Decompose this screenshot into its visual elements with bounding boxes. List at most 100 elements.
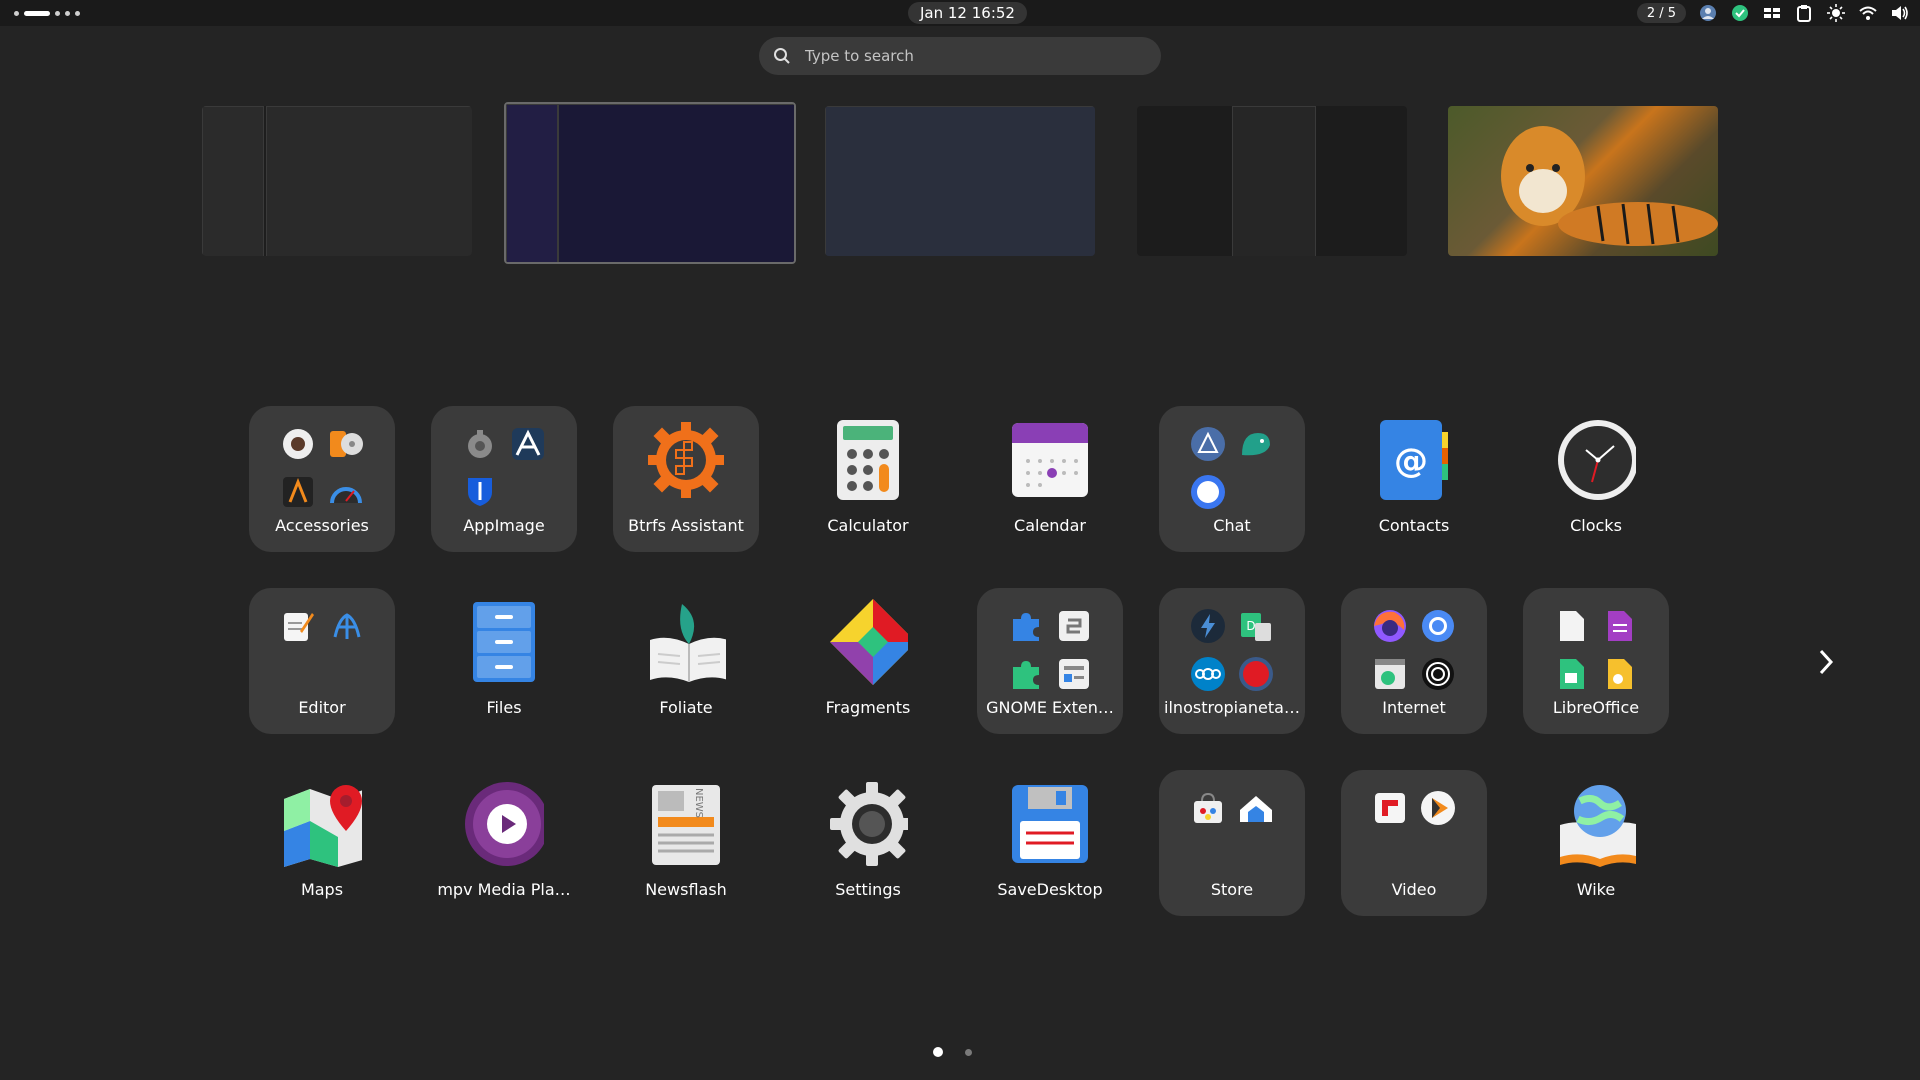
folder-preview [1188, 424, 1276, 512]
vscodium-icon [326, 606, 366, 646]
workspace-dot [75, 10, 80, 16]
delta-chat-icon [1188, 424, 1228, 464]
workspace-thumbnail-3[interactable] [825, 106, 1095, 256]
next-page-button[interactable] [1810, 646, 1842, 678]
app-label: Maps [300, 880, 344, 899]
workspace-indicator[interactable]: 2 / 5 [1636, 3, 1686, 23]
app-label: GNOME Exten… [986, 698, 1114, 717]
signal-icon [1188, 472, 1228, 512]
search-icon [774, 48, 790, 64]
window-preview [1232, 106, 1316, 256]
document-viewer-icon: D [1236, 606, 1276, 646]
app-calculator[interactable]: Calculator [795, 406, 941, 552]
app-label: Internet [1382, 698, 1446, 717]
app-label: Newsflash [645, 880, 727, 899]
app-label: mpv Media Pla… [437, 880, 571, 899]
foliate-icon [646, 602, 726, 682]
app-folder-chat[interactable]: Chat [1159, 406, 1305, 552]
fragments-icon [828, 599, 908, 685]
app-label: Calendar [1014, 516, 1086, 535]
libreoffice-draw-icon [1600, 654, 1640, 694]
chat-bird-icon [1236, 424, 1276, 464]
wifi-icon[interactable] [1858, 3, 1878, 23]
page-dot-2[interactable] [965, 1048, 972, 1056]
maps-icon [282, 784, 362, 867]
app-folder-internet[interactable]: Internet [1341, 588, 1487, 734]
search-input[interactable] [803, 46, 1127, 66]
app-calendar[interactable]: Calendar [977, 406, 1123, 552]
folder-preview [1006, 606, 1094, 694]
volume-icon[interactable] [1890, 3, 1910, 23]
wike-icon [1556, 784, 1636, 867]
software-bag-icon [1188, 788, 1228, 828]
app-folder-gnome-extensions[interactable]: GNOME Exten… [977, 588, 1123, 734]
app-label: Files [486, 698, 522, 717]
app-fragments[interactable]: Fragments [795, 588, 941, 734]
arch-a-icon [508, 424, 548, 464]
workspace-thumbnail-4[interactable] [1137, 106, 1407, 256]
app-folder-store[interactable]: Store [1159, 770, 1305, 916]
search-bar[interactable] [759, 37, 1161, 75]
folder-preview [278, 606, 366, 694]
workspace-thumbnail-1[interactable] [202, 106, 472, 256]
app-files[interactable]: Files [431, 588, 577, 734]
app-wike[interactable]: Wike [1523, 770, 1669, 916]
svg-text:NEWS: NEWS [693, 788, 704, 818]
workspace-thumbnail-2[interactable] [504, 102, 796, 264]
bolt-icon [1188, 606, 1228, 646]
mpv-icon [464, 782, 544, 866]
page-dot-1[interactable] [933, 1047, 943, 1057]
app-folder-editor[interactable]: Editor [249, 588, 395, 734]
app-label: Contacts [1378, 516, 1450, 535]
top-bar: Jan 12 16:52 2 / 5 [0, 0, 1920, 26]
activities-button[interactable] [8, 8, 86, 18]
app-mpv-media-player[interactable]: mpv Media Pla… [431, 770, 577, 916]
app-label: AppImage [463, 516, 545, 535]
calendar-icon [1010, 420, 1090, 500]
app-label: Btrfs Assistant [628, 516, 744, 535]
window-preview [825, 106, 1095, 256]
app-label: Accessories [275, 516, 369, 535]
brightness-icon[interactable] [1826, 3, 1846, 23]
btrfs-assistant-icon [646, 420, 726, 500]
red-sphere-icon [1236, 654, 1276, 694]
libreoffice-calc-icon [1552, 654, 1592, 694]
app-contacts[interactable]: @ Contacts [1341, 406, 1487, 552]
app-label: Editor [298, 698, 346, 717]
app-folder-video[interactable]: Video [1341, 770, 1487, 916]
app-savedesktop[interactable]: SaveDesktop [977, 770, 1123, 916]
bitwarden-icon [460, 472, 500, 512]
window-preview [506, 104, 558, 262]
app-folder-appimage[interactable]: AppImage [431, 406, 577, 552]
workspace-dot [65, 10, 70, 16]
libreoffice-start-icon [1552, 606, 1592, 646]
folder-preview: D [1188, 606, 1276, 694]
window-preview [202, 106, 264, 256]
app-btrfs-assistant[interactable]: Btrfs Assistant [613, 406, 759, 552]
clock-button[interactable]: Jan 12 16:52 [908, 2, 1027, 24]
appimage-gear-icon [460, 424, 500, 464]
avatar-icon[interactable] [1698, 3, 1718, 23]
layout-icon[interactable] [1762, 3, 1782, 23]
app-foliate[interactable]: Foliate [613, 588, 759, 734]
app-label: Fragments [825, 698, 911, 717]
tor-icon [1418, 654, 1458, 694]
app-label: Clocks [1570, 516, 1622, 535]
folder-preview [1552, 606, 1640, 694]
nextcloud-icon [1188, 654, 1228, 694]
app-clocks[interactable]: Clocks [1523, 406, 1669, 552]
check-icon[interactable] [1730, 3, 1750, 23]
app-folder-ilnostropianeta[interactable]: D ilnostropianeta… [1159, 588, 1305, 734]
app-folder-libreoffice[interactable]: LibreOffice [1523, 588, 1669, 734]
app-maps[interactable]: Maps [249, 770, 395, 916]
disc-burner-icon [326, 424, 366, 464]
clipboard-icon[interactable] [1794, 3, 1814, 23]
app-label: Calculator [827, 516, 909, 535]
flathub-house-icon [1236, 788, 1276, 828]
inkscape-icon [278, 472, 318, 512]
app-settings[interactable]: Settings [795, 770, 941, 916]
app-folder-accessories[interactable]: Accessories [249, 406, 395, 552]
app-newsflash[interactable]: NEWS Newsflash [613, 770, 759, 916]
page-indicator [933, 1047, 972, 1057]
workspace-thumbnail-5[interactable] [1448, 106, 1718, 256]
